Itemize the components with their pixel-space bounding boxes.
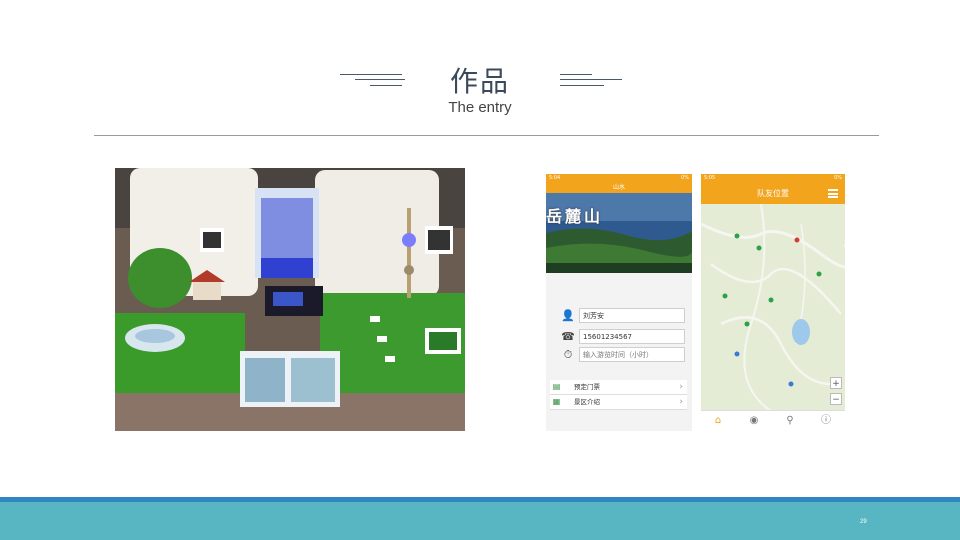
ticket-icon: ▤ — [552, 382, 561, 391]
menu-item-tickets[interactable]: ▤ 预定门票 › — [550, 380, 687, 395]
app-topbar-title: 山水 — [612, 184, 625, 191]
menu-item-intro[interactable]: ▦ 景区介绍 › — [550, 395, 687, 410]
phone-field[interactable]: 15601234567 — [579, 329, 685, 344]
app-topbar: 山水 — [546, 183, 692, 193]
app-topbar-title: 队友位置 — [757, 189, 789, 198]
time-row: ⏱ 输入游览时间（小时） — [561, 347, 685, 363]
duration-input[interactable]: 输入游览时间（小时） — [579, 347, 685, 362]
slide-subtitle: The entry — [448, 99, 512, 116]
phone-icon: ☎ — [561, 330, 575, 343]
user-icon: 👤 — [561, 309, 575, 322]
slide-title: 作品 — [449, 65, 510, 98]
footer-bar — [0, 502, 960, 540]
home-icon[interactable]: ⌂ — [711, 414, 725, 428]
model-photo — [115, 168, 465, 431]
zoom-in-button[interactable]: + — [830, 377, 842, 389]
status-battery: 0% — [834, 175, 842, 181]
app-screenshot-map: 5:05 0% 队友位置 + − ⌂ ◉ ⚲ ⓘ — [701, 174, 845, 431]
scenic-banner: 岳麓山 — [546, 193, 692, 273]
info-icon: ▦ — [552, 397, 561, 406]
teammate-map[interactable] — [701, 204, 845, 411]
status-time: 5:04 — [549, 175, 561, 181]
status-battery: 0% — [681, 175, 689, 181]
chat-icon[interactable]: ◉ — [747, 414, 761, 428]
search-icon[interactable]: ⚲ — [783, 414, 797, 428]
chevron-right-icon: › — [679, 382, 683, 392]
zoom-out-button[interactable]: − — [830, 393, 842, 405]
name-row: 👤 刘芳安 — [561, 308, 685, 324]
status-bar: 5:04 0% — [546, 174, 692, 183]
hamburger-menu-icon[interactable] — [828, 189, 838, 198]
app-topbar: 队友位置 — [701, 183, 845, 204]
banner-title: 岳麓山 — [546, 207, 604, 226]
phone-row: ☎ 15601234567 — [561, 329, 685, 345]
menu-item-label: 景区介绍 — [574, 398, 600, 406]
menu-item-label: 预定门票 — [574, 383, 600, 391]
chevron-right-icon: › — [679, 397, 683, 407]
app-screenshot-booking: 5:04 0% 山水 岳麓山 👤 刘芳安 ☎ 15601234567 ⏱ 输入游… — [546, 174, 692, 431]
status-time: 5:05 — [704, 175, 716, 181]
name-field[interactable]: 刘芳安 — [579, 308, 685, 323]
bottom-tab-bar: ⌂ ◉ ⚲ ⓘ — [701, 410, 845, 431]
timer-icon: ⏱ — [563, 348, 573, 361]
status-bar: 5:05 0% — [701, 174, 845, 183]
help-icon[interactable]: ⓘ — [819, 414, 833, 428]
title-divider — [94, 135, 879, 136]
page-number: 29 — [860, 519, 867, 525]
